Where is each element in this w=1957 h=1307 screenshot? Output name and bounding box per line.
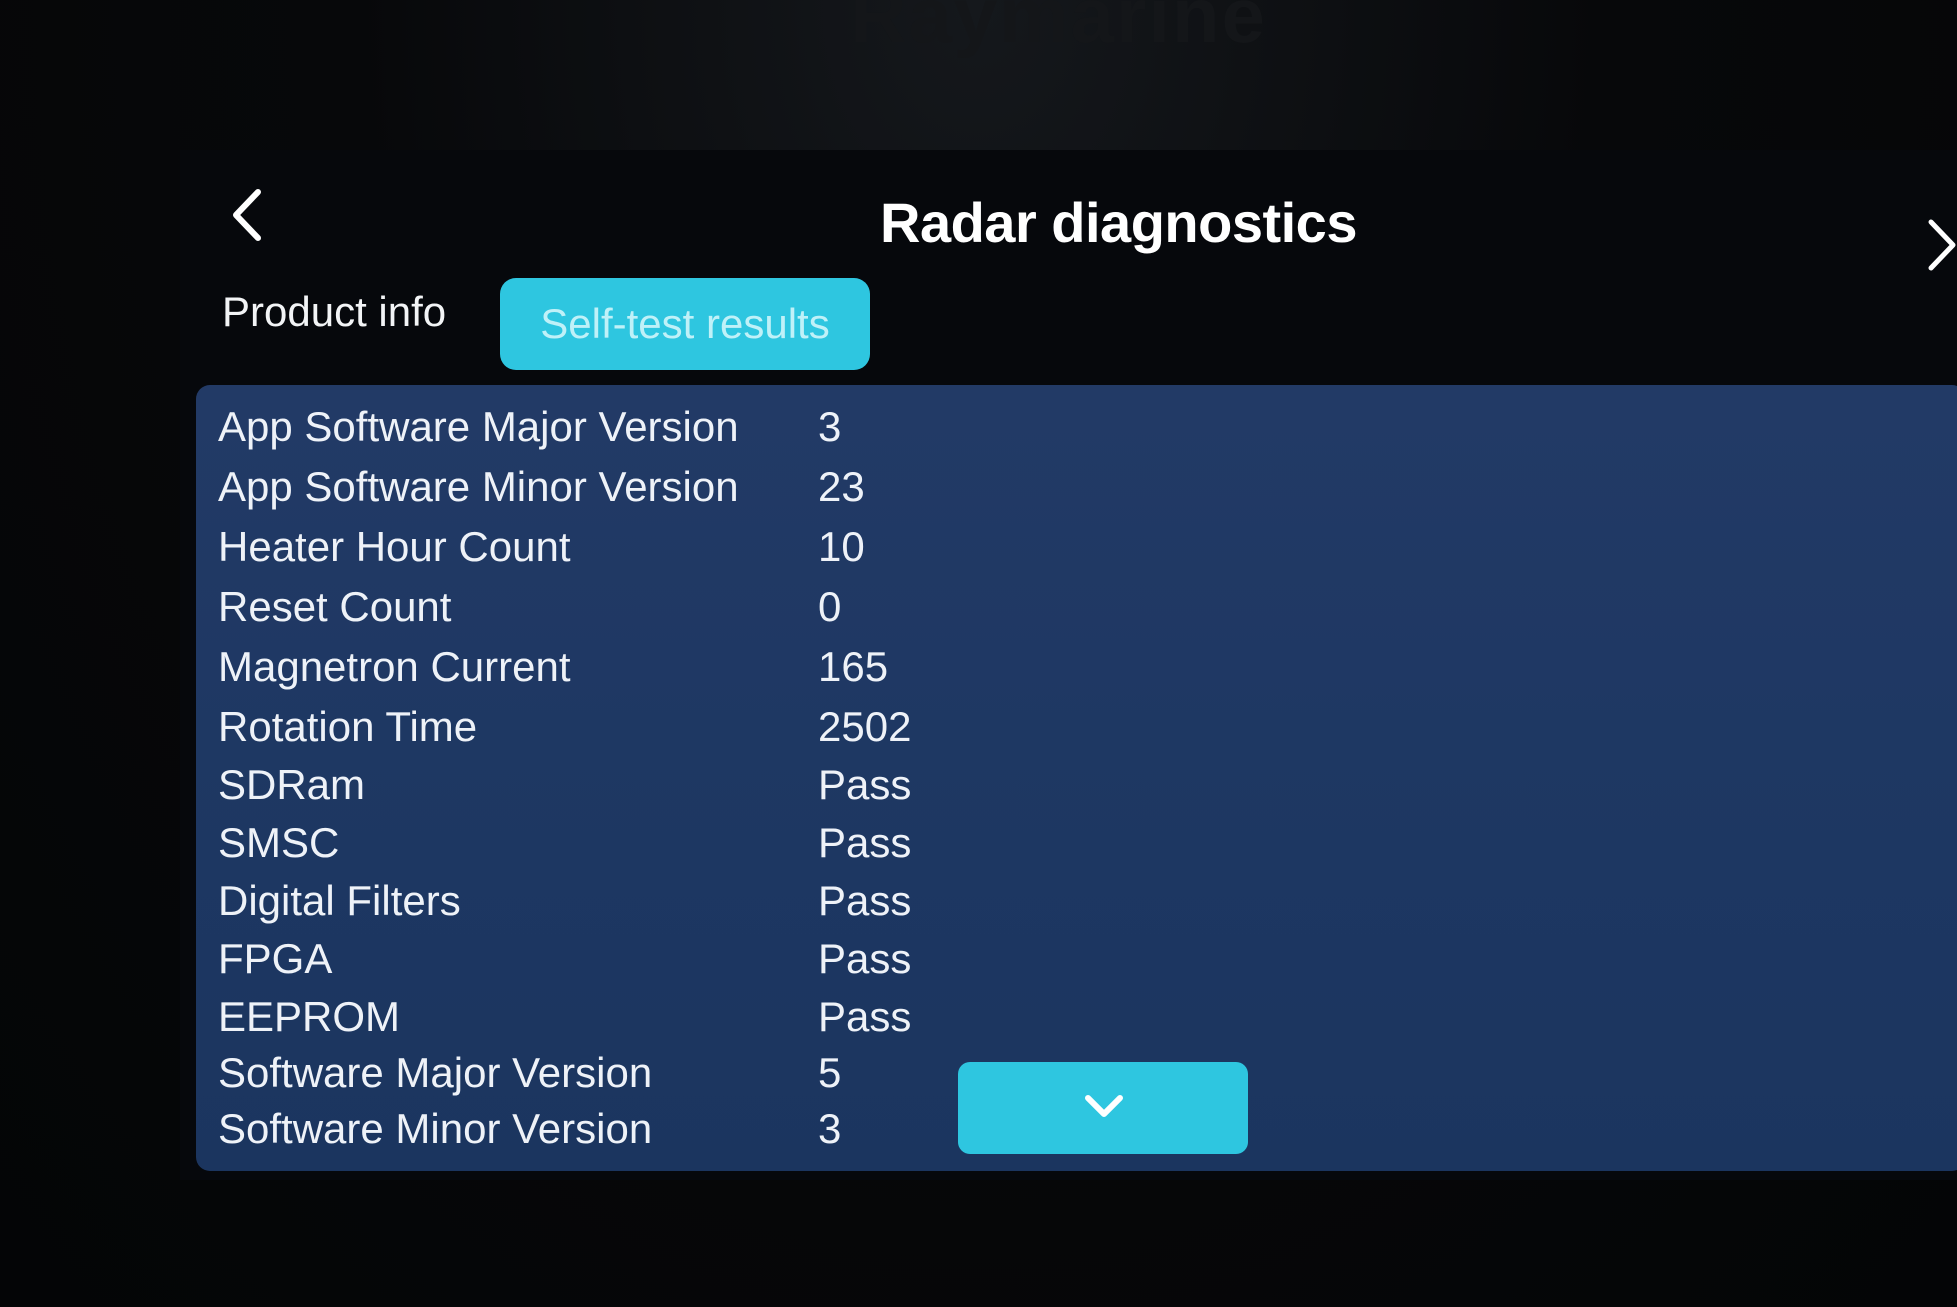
result-value: Pass — [818, 819, 912, 866]
next-button[interactable] — [1917, 210, 1957, 280]
list-item: Digital Filters Pass — [218, 877, 911, 933]
list-item: App Software Minor Version 23 — [218, 463, 865, 519]
list-item: Magnetron Current 165 — [218, 643, 888, 699]
list-item: SDRam Pass — [218, 761, 911, 817]
result-label: Software Minor Version — [218, 1105, 653, 1152]
list-item: App Software Major Version 3 — [218, 403, 841, 459]
list-item: SMSC Pass — [218, 819, 911, 875]
device-bezel: Raymarine Radar diagnostics Product info… — [0, 0, 1957, 1307]
result-label: FPGA — [218, 935, 333, 982]
screen: Radar diagnostics Product info Self-test… — [180, 150, 1957, 1180]
result-value: 10 — [818, 523, 865, 570]
self-test-results-list[interactable]: App Software Major Version 3 App Softwar… — [196, 385, 1957, 1171]
list-item: Reset Count 0 — [218, 583, 841, 639]
tab-self-test-results[interactable]: Self-test results — [500, 278, 870, 370]
result-label: EEPROM — [218, 993, 401, 1040]
brand-logo: Raymarine — [850, 0, 1267, 59]
list-item: EEPROM Pass — [218, 993, 911, 1049]
back-button[interactable] — [220, 180, 280, 250]
result-value: 2502 — [818, 703, 912, 750]
result-label: Reset Count — [218, 583, 452, 630]
result-value: 3 — [818, 403, 842, 450]
list-item: Software Major Version 5 — [218, 1049, 841, 1105]
result-value: Pass — [818, 761, 912, 808]
list-item: Heater Hour Count 10 — [218, 523, 865, 579]
result-label: Magnetron Current — [218, 643, 571, 690]
result-value: 3 — [818, 1105, 842, 1152]
scroll-down-button[interactable] — [958, 1062, 1248, 1154]
result-label: Digital Filters — [218, 877, 461, 924]
result-label: App Software Major Version — [218, 403, 739, 450]
result-label: SDRam — [218, 761, 366, 808]
tab-product-info[interactable]: Product info — [222, 288, 446, 336]
result-value: 0 — [818, 583, 842, 630]
result-value: 5 — [818, 1049, 842, 1096]
chevron-left-icon — [233, 189, 261, 241]
result-label: Software Major Version — [218, 1049, 653, 1096]
list-item: Software Minor Version 3 — [218, 1105, 841, 1161]
result-value: 165 — [818, 643, 889, 690]
result-label: Rotation Time — [218, 703, 478, 750]
result-value: Pass — [818, 935, 912, 982]
page-title: Radar diagnostics — [880, 191, 1357, 254]
chevron-right-icon — [1928, 219, 1956, 271]
result-value: Pass — [818, 877, 912, 924]
list-item: Rotation Time 2502 — [218, 703, 911, 759]
result-value: 23 — [818, 463, 865, 510]
result-label: App Software Minor Version — [218, 463, 739, 510]
chevron-down-icon — [1085, 1095, 1123, 1117]
list-item: FPGA Pass — [218, 935, 911, 991]
result-label: SMSC — [218, 819, 340, 866]
result-value: Pass — [818, 993, 912, 1040]
result-label: Heater Hour Count — [218, 523, 571, 570]
